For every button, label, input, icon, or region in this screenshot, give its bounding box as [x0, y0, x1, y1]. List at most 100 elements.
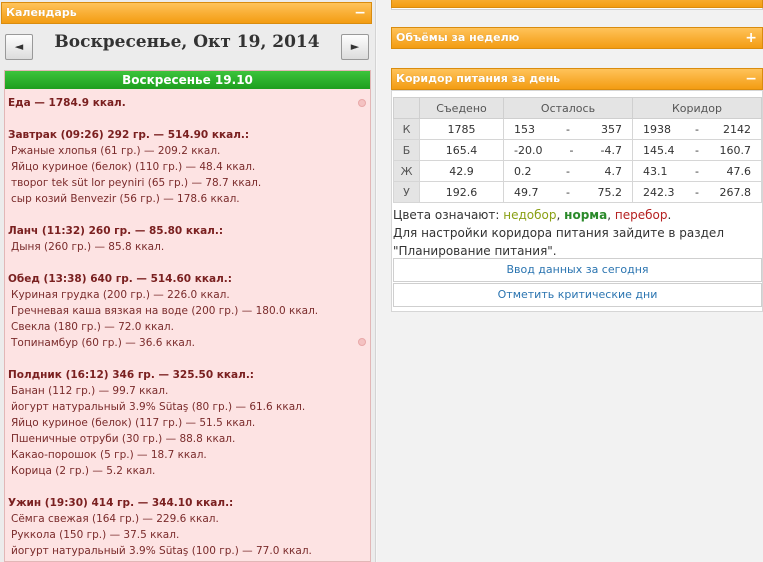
food-item[interactable]: Банан (112 гр.) — 99.7 ккал.	[8, 383, 367, 399]
food-item[interactable]: йогурт натуральный 3.9% Sütaş (80 гр.) —…	[8, 399, 367, 415]
calendar-panel-title: Календарь	[6, 6, 77, 19]
dash: -	[569, 143, 574, 157]
dash: -	[695, 143, 699, 157]
row-label: У	[393, 181, 420, 203]
food-item[interactable]: Дыня (260 гр.) — 85.8 ккал.	[8, 239, 367, 255]
day-header: Воскресенье 19.10	[5, 71, 370, 89]
mark-critical-days-button[interactable]: Отметить критические дни	[393, 283, 762, 307]
corr-min: 43.1	[643, 164, 668, 178]
left-max: 75.2	[597, 185, 622, 199]
corridor-range: 242.3 - 267.8	[632, 181, 762, 203]
meal-header[interactable]: Полдник (16:12) 346 гр. — 325.50 ккал.:	[8, 367, 367, 383]
left-range: 0.2 - 4.7	[503, 160, 633, 182]
dash: -	[695, 164, 699, 178]
calendar-collapse-icon[interactable]: −	[354, 3, 366, 23]
corridor-range: 145.4 - 160.7	[632, 139, 762, 161]
weekly-panel-header[interactable]: Объёмы за неделю +	[391, 27, 763, 49]
meal-header[interactable]: Ланч (11:32) 260 гр. — 85.80 ккал.:	[8, 223, 367, 239]
food-item[interactable]: Гречневая каша вязкая на воде (200 гр.) …	[8, 303, 367, 319]
row-label: Б	[393, 139, 420, 161]
food-item[interactable]: Руккола (150 гр.) — 37.5 ккал.	[8, 527, 367, 543]
legend-norm: норма	[564, 208, 608, 222]
diary-total: Еда — 1784.9 ккал.	[8, 97, 126, 109]
row-label: Ж	[393, 160, 420, 182]
top-panel-stub	[391, 0, 763, 10]
left-min: 49.7	[514, 185, 539, 199]
left-min: -20.0	[514, 143, 543, 157]
food-item[interactable]: творог tek süt lor peyniri (65 гр.) — 78…	[8, 175, 367, 191]
next-day-button[interactable]: ►	[341, 34, 369, 60]
food-item[interactable]: Ржаные хлопья (61 гр.) — 209.2 ккал.	[8, 143, 367, 159]
day-diary: Воскресенье 19.10 Еда — 1784.9 ккал. Зав…	[4, 70, 371, 562]
left-min: 0.2	[514, 164, 532, 178]
corr-min: 145.4	[643, 143, 675, 157]
prev-day-button[interactable]: ◄	[5, 34, 33, 60]
meal-header[interactable]: Завтрак (09:26) 292 гр. — 514.90 ккал.:	[8, 127, 367, 143]
diary-content: Еда — 1784.9 ккал. Завтрак (09:26) 292 г…	[5, 89, 370, 559]
corridor-panel-title: Коридор питания за день	[396, 72, 561, 85]
corridor-table: Съедено Осталось Коридор К 1785 153 - 357 …	[393, 97, 762, 203]
food-item[interactable]: Яйцо куриное (белок) (110 гр.) — 48.4 кк…	[8, 159, 367, 175]
left-min: 153	[514, 122, 535, 136]
corridor-header-left: Осталось	[503, 97, 633, 119]
corr-max: 2142	[722, 122, 751, 136]
top-panel-header[interactable]	[391, 0, 763, 8]
corr-max: 160.7	[719, 143, 751, 157]
corridor-range: 1938 - 2142	[632, 118, 762, 140]
corridor-header-blank	[393, 97, 420, 119]
meal-header[interactable]: Ужин (19:30) 414 гр. — 344.10 ккал.:	[8, 495, 367, 511]
table-row: Б 165.4 -20.0 - -4.7 145.4 - 160.7	[393, 139, 762, 161]
legend-sep: ,	[556, 208, 561, 222]
food-item[interactable]: Пшеничные отруби (30 гр.) — 88.8 ккал.	[8, 431, 367, 447]
dash: -	[695, 122, 699, 136]
table-row: У 192.6 49.7 - 75.2 242.3 - 267.8	[393, 181, 762, 203]
dash: -	[566, 185, 570, 199]
left-max: 357	[600, 122, 622, 136]
meal-header[interactable]: Обед (13:38) 640 гр. — 514.60 ккал.:	[8, 271, 367, 287]
left-max: -4.7	[600, 143, 622, 157]
food-item[interactable]: Свекла (180 гр.) — 72.0 ккал.	[8, 319, 367, 335]
eaten-value: 165.4	[419, 139, 504, 161]
table-row: Ж 42.9 0.2 - 4.7 43.1 - 47.6	[393, 160, 762, 182]
food-item[interactable]: йогурт натуральный 3.9% Sütaş (100 гр.) …	[8, 543, 367, 559]
left-range: 153 - 357	[503, 118, 633, 140]
calendar-date-title: Воскресенье, Окт 19, 2014	[54, 32, 320, 52]
weekly-panel-title: Объёмы за неделю	[396, 31, 520, 44]
left-max: 4.7	[604, 164, 622, 178]
corridor-table-wrap: Съедено Осталось Коридор К 1785 153 - 357 …	[393, 97, 762, 203]
edit-total-icon[interactable]	[358, 99, 366, 107]
enter-today-button[interactable]: Ввод данных за сегодня	[393, 258, 762, 282]
food-item[interactable]: Сёмга свежая (164 гр.) — 229.6 ккал.	[8, 511, 367, 527]
food-item[interactable]: сыр козий Benvezir (56 гр.) — 178.6 ккал…	[8, 191, 367, 207]
row-label: К	[393, 118, 420, 140]
calendar-date-nav: ◄ Воскресенье, Окт 19, 2014 ►	[3, 26, 371, 64]
food-item[interactable]: Куриная грудка (200 гр.) — 226.0 ккал.	[8, 287, 367, 303]
corridor-panel-header[interactable]: Коридор питания за день −	[391, 68, 763, 90]
legend-end: .	[667, 208, 672, 222]
weekly-expand-icon[interactable]: +	[745, 28, 757, 48]
corridor-header-range: Коридор	[632, 97, 762, 119]
calendar-panel-header[interactable]: Календарь −	[1, 2, 372, 24]
table-row: К 1785 153 - 357 1938 - 2142	[393, 118, 762, 140]
legend-under: недобор	[503, 208, 557, 222]
color-legend: Цвета означают: недобор, норма, перебор.…	[393, 206, 762, 260]
food-item[interactable]: Яйцо куриное (белок) (117 гр.) — 51.5 кк…	[8, 415, 367, 431]
food-item[interactable]: Корица (2 гр.) — 5.2 ккал.	[8, 463, 367, 479]
corr-min: 1938	[643, 122, 671, 136]
legend-line: Цвета означают: недобор, норма, перебор.	[393, 206, 762, 224]
corridor-hint: Для настройки коридора питания зайдите в…	[393, 226, 724, 258]
eaten-value: 42.9	[419, 160, 504, 182]
corridor-header-row: Съедено Осталось Коридор	[393, 97, 762, 119]
dash: -	[695, 185, 699, 199]
dash: -	[566, 164, 570, 178]
corridor-collapse-icon[interactable]: −	[745, 69, 757, 89]
legend-sep: ,	[607, 208, 612, 222]
left-column: Календарь − ◄ Воскресенье, Окт 19, 2014 …	[0, 0, 376, 562]
food-item[interactable]: Топинамбур (60 гр.) — 36.6 ккал.	[8, 335, 367, 351]
corridor-header-eaten: Съедено	[419, 97, 504, 119]
corr-min: 242.3	[643, 185, 675, 199]
edit-meal-icon[interactable]	[358, 338, 366, 346]
food-item[interactable]: Какао-порошок (5 гр.) — 18.7 ккал.	[8, 447, 367, 463]
legend-prefix: Цвета означают:	[393, 208, 500, 222]
corr-max: 47.6	[726, 164, 751, 178]
